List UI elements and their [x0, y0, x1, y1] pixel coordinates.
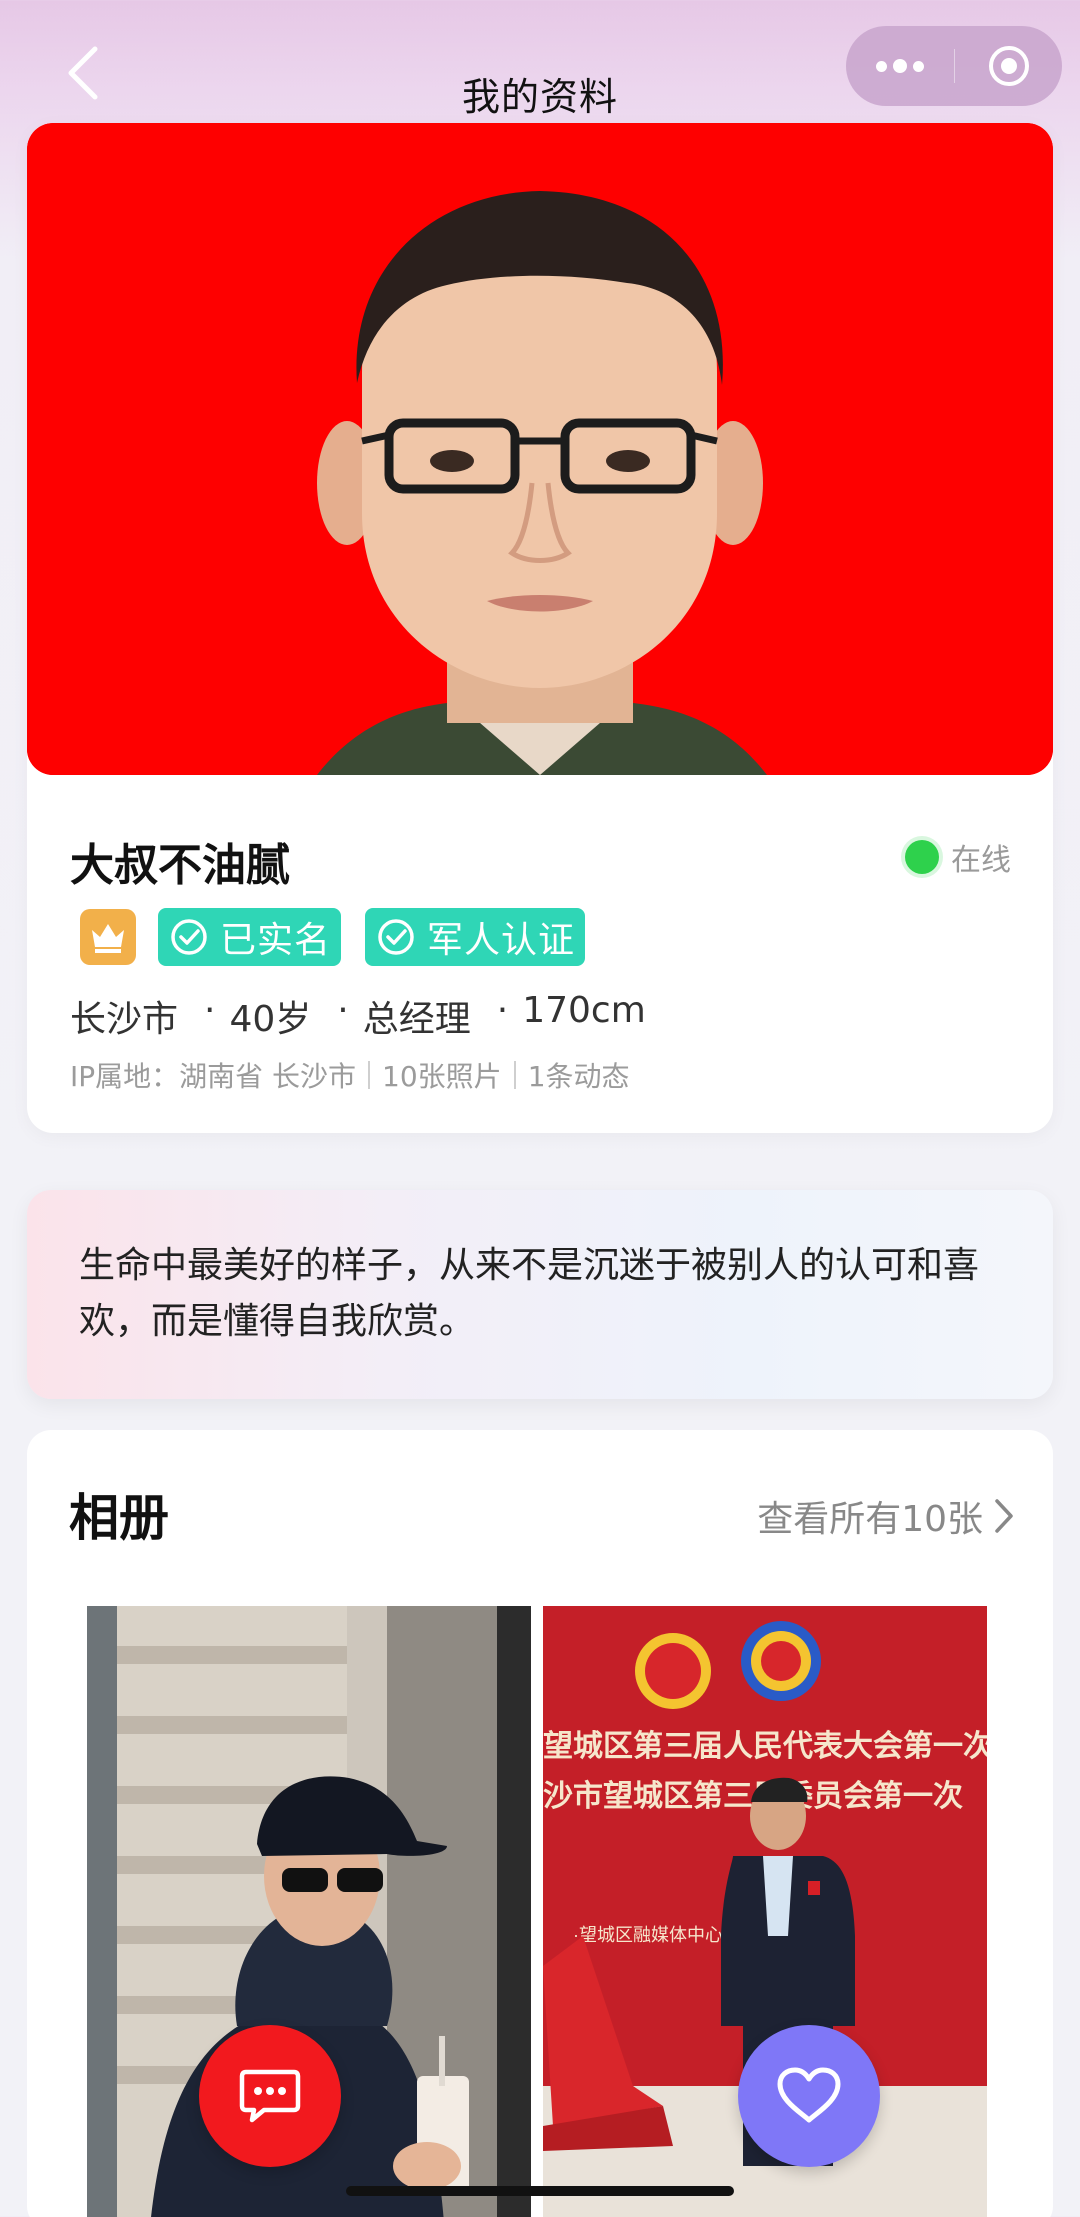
check-circle-icon: [171, 919, 207, 955]
crown-icon: [92, 924, 124, 953]
ip-info-line: IP属地：湖南省 长沙市 10张照片 1条动态: [70, 1055, 630, 1095]
close-button[interactable]: [955, 26, 1062, 106]
meta-separator: ·: [337, 990, 349, 1031]
meta-separator: ·: [496, 990, 509, 1031]
chat-bubble-icon: [239, 2069, 301, 2123]
real-name-badge: 已实名: [158, 908, 342, 966]
photo-count: 10张照片: [382, 1060, 502, 1093]
meta-height: 170cm: [522, 990, 646, 1031]
view-all-photos-link[interactable]: 查看所有10张: [757, 1490, 1015, 1542]
divider: [368, 1061, 371, 1089]
meta-job: 总经理: [362, 999, 471, 1040]
profile-meta: 长沙市 · 40岁 · 总经理 · 170cm: [70, 990, 672, 1042]
target-circle-icon: [988, 46, 1029, 86]
military-badge: 军人认证: [365, 908, 586, 966]
view-all-label: 查看所有10张: [757, 1499, 983, 1540]
more-dots-icon: [873, 59, 927, 73]
home-indicator: [346, 2186, 734, 2196]
badge-row: 已实名 军人认证: [80, 908, 609, 966]
bio-card: 生命中最美好的样子，从来不是沉迷于被别人的认可和喜欢，而是懂得自我欣赏。: [27, 1190, 1053, 1399]
portrait-image: [27, 123, 1053, 775]
nickname: 大叔不油腻: [70, 840, 290, 891]
profile-card: 大叔不油腻 在线 已实名 军人认证 长沙市 · 40岁 · 总经理 · 170c…: [27, 123, 1053, 1133]
like-button[interactable]: [738, 2025, 880, 2167]
more-button[interactable]: [846, 26, 954, 106]
bio-text: 生命中最美好的样子，从来不是沉迷于被别人的认可和喜欢，而是懂得自我欣赏。: [79, 1245, 980, 1342]
chat-button[interactable]: [199, 2025, 341, 2167]
moment-count: 1条动态: [527, 1060, 630, 1093]
mini-program-capsule: [846, 26, 1062, 106]
military-label: 军人认证: [427, 920, 576, 961]
banner-text-line1: 望城区第三届人民代表大会第一次: [543, 1729, 987, 1763]
check-circle-icon: [378, 919, 414, 955]
ip-location: IP属地：湖南省 长沙市: [70, 1060, 357, 1093]
album-card: 相册 查看所有10张 望城区第三届人民代表大会第一次 ·望城区融媒体中心: [27, 1430, 1053, 2217]
divider: [513, 1061, 516, 1089]
meta-age: 40岁: [229, 999, 312, 1040]
meta-separator: ·: [204, 990, 216, 1031]
profile-photo[interactable]: [27, 123, 1053, 775]
navigation-bar: 我的资料: [0, 0, 1080, 122]
online-dot-icon: [905, 840, 939, 874]
chevron-right-icon: [995, 1499, 1013, 1533]
heart-icon: [777, 2067, 841, 2123]
online-status: 在线: [905, 835, 1011, 879]
meta-city: 长沙市: [70, 999, 179, 1040]
real-name-label: 已实名: [220, 920, 332, 961]
album-title: 相册: [69, 1489, 169, 1547]
vip-badge: [80, 909, 136, 965]
online-status-text: 在线: [951, 843, 1011, 878]
banner-text-line3: ·望城区融媒体中心: [573, 1925, 723, 1945]
profile-info: 大叔不油腻 在线 已实名 军人认证 长沙市 · 40岁 · 总经理 · 170c…: [27, 775, 1053, 1133]
